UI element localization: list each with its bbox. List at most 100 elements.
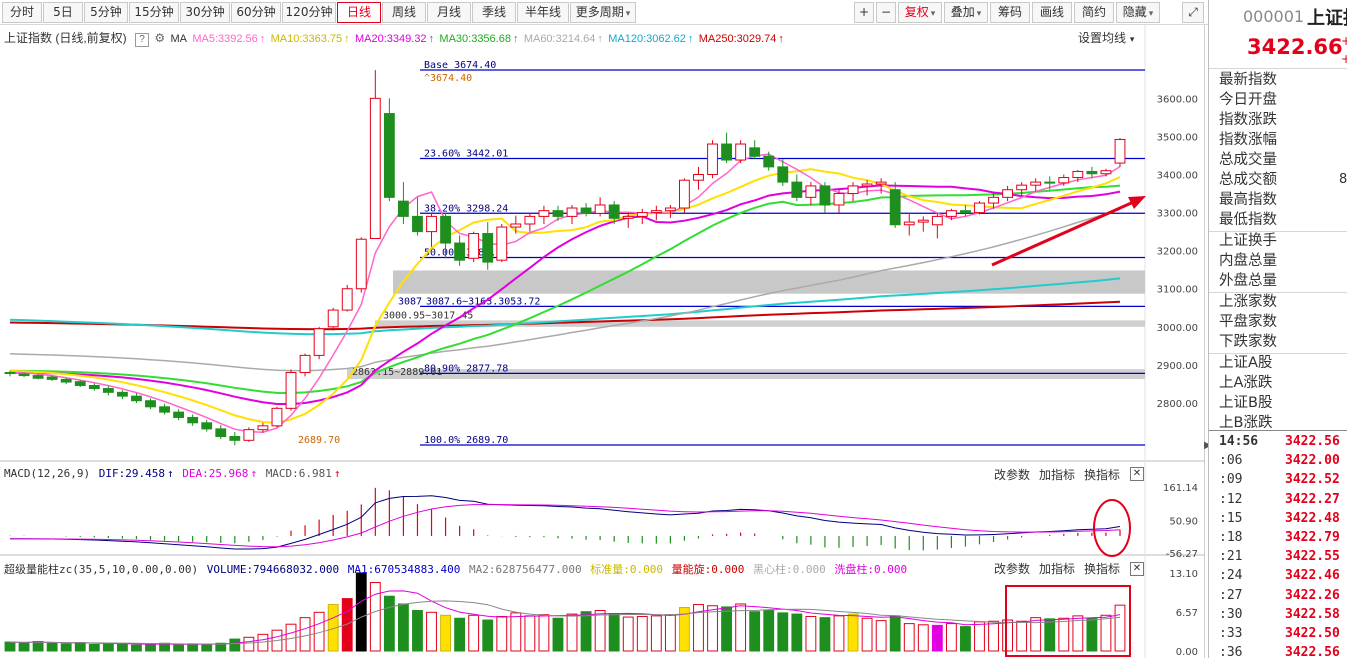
tick-price: 3422.48 bbox=[1285, 510, 1340, 526]
dif-line bbox=[10, 495, 1121, 550]
fullscreen-icon[interactable]: ⤢ bbox=[1182, 2, 1204, 23]
tick-time: :30 bbox=[1219, 606, 1243, 622]
tab-monthly[interactable]: 月线 bbox=[427, 2, 471, 23]
quote-field-label: 指数涨跌 bbox=[1219, 112, 1277, 128]
chips-button[interactable]: 筹码 bbox=[990, 2, 1030, 23]
vol-switch-indicator-button[interactable]: 换指标 bbox=[1084, 560, 1120, 577]
tab-quarterly[interactable]: 季线 bbox=[472, 2, 516, 23]
candle-body bbox=[383, 113, 395, 198]
overlay-dropdown[interactable]: 叠加 ▾ bbox=[944, 2, 988, 23]
candle-body bbox=[74, 381, 86, 386]
simple-mode-button[interactable]: 简约 bbox=[1074, 2, 1114, 23]
volume-bar bbox=[1002, 619, 1014, 652]
tab-daily[interactable]: 日线 bbox=[337, 2, 381, 23]
chevron-down-icon: ▾ bbox=[625, 9, 631, 19]
quote-field-label: 上涨家数 bbox=[1219, 294, 1277, 310]
vol-close-icon[interactable]: ✕ bbox=[1130, 562, 1144, 576]
candle-body bbox=[777, 166, 789, 183]
macd-name: MACD(12,26,9) bbox=[4, 467, 91, 480]
quote-field-label: 上证A股 bbox=[1219, 355, 1273, 371]
volume-bar bbox=[116, 643, 128, 652]
macd-change-params-button[interactable]: 改参数 bbox=[994, 466, 1030, 483]
tick-row: :36 3422.56 bbox=[1209, 643, 1347, 658]
tab-5min[interactable]: 5分钟 bbox=[84, 2, 128, 23]
ma-settings-button[interactable]: 设置均线 ▾ bbox=[1078, 29, 1134, 46]
ma5-value: MA5:3392.56 bbox=[192, 33, 258, 45]
candle-body bbox=[791, 181, 803, 198]
tick-price: 3422.79 bbox=[1285, 530, 1340, 545]
vol-change-params-button[interactable]: 改参数 bbox=[994, 560, 1030, 577]
candle-body bbox=[693, 173, 704, 181]
tab-30min[interactable]: 30分钟 bbox=[180, 2, 230, 23]
macd-add-indicator-button[interactable]: 加指标 bbox=[1039, 466, 1075, 483]
quote-field-label: 上证换手 bbox=[1219, 233, 1277, 249]
hide-dropdown[interactable]: 隐藏 ▾ bbox=[1116, 2, 1160, 23]
current-price: 3422.66 bbox=[1247, 35, 1343, 59]
candle-body bbox=[861, 183, 873, 187]
candle-body bbox=[145, 400, 156, 408]
volume-bar bbox=[749, 611, 761, 652]
volume-bar bbox=[805, 615, 817, 652]
low-label: 2689.70 bbox=[298, 435, 340, 446]
candle-body bbox=[1100, 170, 1112, 175]
chart-main-area[interactable]: Base 3674.40 ^3674.40 23.60% 3442.01 38.20%… bbox=[0, 25, 1205, 658]
macd-dea: DEA:25.968 bbox=[182, 467, 249, 480]
ma-settings-label: 设置均线 bbox=[1078, 31, 1127, 45]
macd-close-icon[interactable]: ✕ bbox=[1130, 467, 1144, 481]
tick-row: 14:56 3422.56 bbox=[1209, 432, 1347, 451]
volume-bar bbox=[496, 615, 508, 652]
tab-fenshi[interactable]: 分时 bbox=[2, 2, 42, 23]
vol-ma1: MA1:670534883.400 bbox=[347, 563, 461, 576]
volume-bar bbox=[833, 615, 845, 652]
volume-bar bbox=[1114, 604, 1126, 652]
stock-name: 上证指数 bbox=[1307, 8, 1347, 29]
candle-body bbox=[805, 185, 817, 198]
candle-body bbox=[426, 215, 437, 233]
help-button[interactable]: ? bbox=[135, 33, 150, 47]
candle-body bbox=[847, 185, 859, 195]
zoom-in-button[interactable]: + bbox=[854, 2, 874, 23]
volume-bar bbox=[945, 623, 957, 652]
ma60-value: MA60:3214.64 bbox=[523, 33, 596, 45]
tick-time: :33 bbox=[1219, 626, 1243, 641]
candle-body bbox=[327, 309, 339, 328]
candle-body bbox=[271, 407, 283, 427]
candle-body bbox=[510, 223, 522, 228]
zoom-in-button-label: + bbox=[858, 5, 870, 19]
draw-line-button[interactable]: 画线 bbox=[1032, 2, 1072, 23]
settings-gear-icon[interactable]: ⚙ bbox=[154, 31, 165, 45]
tab-15min[interactable]: 15分钟 bbox=[129, 2, 179, 23]
fuquan-dropdown[interactable]: 复权 ▾ bbox=[898, 2, 942, 23]
tab-60min[interactable]: 60分钟 bbox=[231, 2, 281, 23]
candle-body bbox=[622, 215, 634, 219]
quote-field-label: 上A涨跌 bbox=[1219, 375, 1273, 391]
tab-5day[interactable]: 5日 bbox=[43, 2, 83, 23]
vol-ma2: MA2:628756477.000 bbox=[469, 563, 582, 576]
tab-weekly[interactable]: 周线 bbox=[382, 2, 426, 23]
volume-bar bbox=[145, 643, 156, 652]
chips-button-label: 筹码 bbox=[997, 5, 1022, 19]
simple-mode-button-label: 简约 bbox=[1081, 5, 1106, 19]
volume-bar bbox=[594, 610, 606, 652]
vol-add-indicator-button[interactable]: 加指标 bbox=[1039, 560, 1075, 577]
trend-arrow-line bbox=[991, 198, 1139, 267]
volume-bar bbox=[1100, 614, 1112, 652]
quote-field-label: 下跌家数 bbox=[1219, 334, 1277, 350]
tick-price: 3422.55 bbox=[1285, 549, 1340, 565]
candle-body bbox=[412, 215, 423, 233]
chart-title: 上证指数 (日线,前复权) bbox=[4, 31, 127, 45]
candle-body bbox=[257, 425, 269, 431]
zoom-out-button[interactable]: − bbox=[876, 2, 896, 23]
tab-120min[interactable]: 120分钟 bbox=[282, 2, 336, 23]
tab-more-periods[interactable]: 更多周期 ▾ bbox=[570, 2, 636, 23]
candle-body bbox=[931, 215, 943, 226]
volume-bar bbox=[46, 642, 58, 652]
candle-body bbox=[960, 210, 971, 214]
tab-30min-label: 30分钟 bbox=[185, 5, 225, 19]
candle-body bbox=[664, 207, 676, 212]
tab-halfyear[interactable]: 半年线 bbox=[517, 2, 569, 23]
fuquan-dropdown-label: 复权 bbox=[904, 5, 929, 19]
volume-bar bbox=[960, 626, 971, 652]
macd-switch-indicator-button[interactable]: 换指标 bbox=[1084, 466, 1120, 483]
volume-bar bbox=[538, 614, 550, 652]
